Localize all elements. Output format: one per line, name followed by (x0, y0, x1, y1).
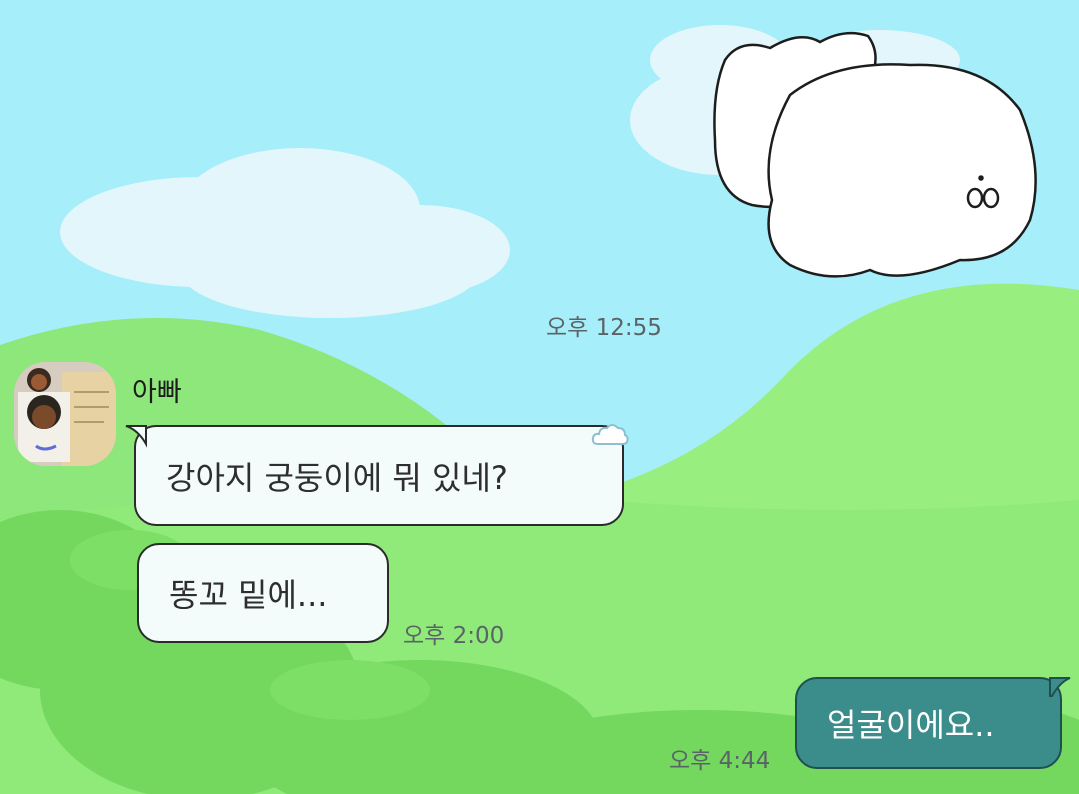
incoming-message-bubble[interactable]: 똥꼬 밑에... (137, 543, 389, 643)
sender-name: 아빠 (132, 377, 182, 408)
sender-avatar[interactable] (14, 362, 116, 466)
message-text: 똥꼬 밑에... (169, 576, 328, 614)
message-time: 오후 4:44 (669, 748, 771, 774)
profile-photo-avatar-icon (14, 362, 116, 466)
bubble-tail (125, 425, 147, 448)
incoming-message-bubble[interactable]: 강아지 궁둥이에 뭐 있네? (134, 425, 624, 526)
cloud-icon[interactable] (590, 420, 630, 448)
bubble-tail (1049, 677, 1071, 697)
message-time: 오후 2:00 (403, 623, 505, 649)
message-text: 얼굴이에요.. (827, 706, 995, 744)
outgoing-message-bubble[interactable]: 얼굴이에요.. (795, 677, 1062, 769)
time-separator: 오후 12:55 (546, 315, 662, 341)
message-text: 강아지 궁둥이에 뭐 있네? (166, 458, 508, 497)
